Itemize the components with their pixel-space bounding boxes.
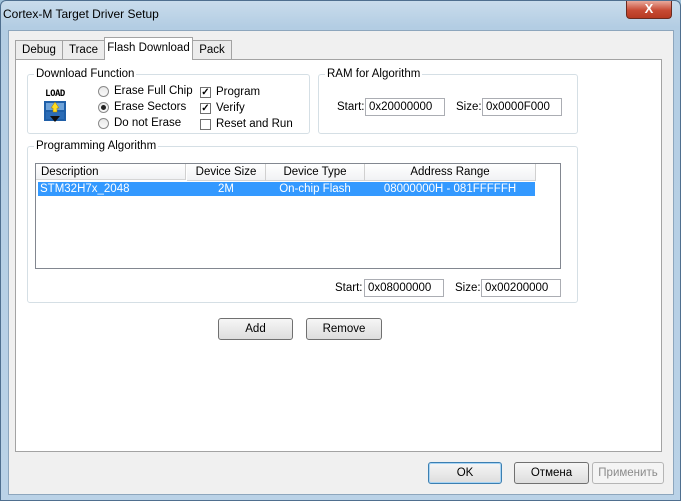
ram-size-input[interactable]: 0x0000F000: [482, 98, 562, 116]
radio-circle: [98, 85, 109, 97]
reset-and-run-label: Reset and Run: [216, 118, 293, 130]
dialog-client: Debug Trace Flash Download Pack Download…: [8, 30, 674, 495]
tab-flash-download[interactable]: Flash Download: [104, 37, 193, 60]
close-icon: X: [644, 1, 654, 16]
ram-size-label: Size:: [456, 101, 482, 113]
do-not-erase-label: Do not Erase: [114, 117, 182, 129]
add-button[interactable]: Add: [218, 318, 293, 340]
program-checkbox[interactable]: ✓ Program: [200, 86, 260, 98]
check-mark-icon: ✓: [200, 86, 211, 98]
programming-algorithm-group: Programming Algorithm Description Device…: [27, 139, 578, 303]
ram-for-algorithm-label: RAM for Algorithm: [325, 67, 423, 81]
programming-algorithm-label: Programming Algorithm: [34, 139, 159, 153]
ram-for-algorithm-group: RAM for Algorithm Start: 0x20000000 Size…: [318, 67, 578, 134]
reset-and-run-checkbox[interactable]: Reset and Run: [200, 118, 293, 130]
close-button[interactable]: X: [626, 1, 672, 19]
tab-trace[interactable]: Trace: [62, 40, 105, 60]
do-not-erase-radio[interactable]: Do not Erase: [98, 117, 181, 129]
flash-download-panel: Download Function LOAD Erase Full Chip E…: [15, 59, 662, 452]
column-header-address-range[interactable]: Address Range: [365, 164, 536, 181]
flash-start-label: Start:: [335, 282, 363, 294]
load-icon: LOAD: [40, 89, 70, 122]
window-title: Cortex-M Target Driver Setup: [3, 7, 159, 21]
ram-start-input[interactable]: 0x20000000: [365, 98, 445, 116]
flash-size-label: Size:: [455, 282, 481, 294]
ok-button[interactable]: OK: [428, 462, 502, 484]
cell-device-type: On-chip Flash: [279, 183, 351, 195]
verify-checkbox[interactable]: ✓ Verify: [200, 102, 245, 114]
cell-address-range: 08000000H - 081FFFFFH: [383, 183, 517, 195]
erase-full-chip-radio[interactable]: Erase Full Chip: [98, 85, 193, 97]
erase-sectors-radio[interactable]: Erase Sectors: [98, 101, 186, 113]
cancel-button[interactable]: Отмена: [514, 462, 589, 484]
cell-device-size: 2M: [218, 183, 234, 195]
radio-circle-selected: [98, 101, 109, 113]
tab-debug[interactable]: Debug: [15, 40, 63, 60]
erase-sectors-label: Erase Sectors: [114, 101, 187, 113]
column-header-device-type[interactable]: Device Type: [266, 164, 365, 181]
flash-start-input[interactable]: 0x08000000: [364, 279, 444, 297]
tab-pack[interactable]: Pack: [192, 40, 232, 60]
program-label: Program: [216, 86, 261, 98]
list-header: Description Device Size Device Type Addr…: [36, 164, 536, 181]
erase-full-chip-label: Erase Full Chip: [114, 85, 193, 97]
flash-size-input[interactable]: 0x00200000: [481, 279, 561, 297]
download-function-group: Download Function LOAD Erase Full Chip E…: [27, 67, 310, 134]
column-header-description[interactable]: Description: [36, 164, 186, 180]
dialog-window: Cortex-M Target Driver Setup X Debug Tra…: [0, 0, 681, 501]
cell-description: STM32H7x_2048: [40, 183, 130, 195]
column-header-device-size[interactable]: Device Size: [187, 164, 266, 181]
checkbox-box: [200, 118, 211, 130]
check-mark-icon: ✓: [200, 102, 211, 114]
list-item[interactable]: STM32H7x_2048 2M On-chip Flash 08000000H…: [38, 182, 535, 196]
apply-button[interactable]: Применить: [592, 462, 664, 484]
radio-circle: [98, 117, 109, 129]
algorithm-list[interactable]: Description Device Size Device Type Addr…: [35, 163, 561, 269]
download-function-label: Download Function: [34, 67, 137, 81]
ram-start-label: Start:: [337, 101, 365, 113]
verify-label: Verify: [216, 102, 245, 114]
remove-button[interactable]: Remove: [306, 318, 382, 340]
